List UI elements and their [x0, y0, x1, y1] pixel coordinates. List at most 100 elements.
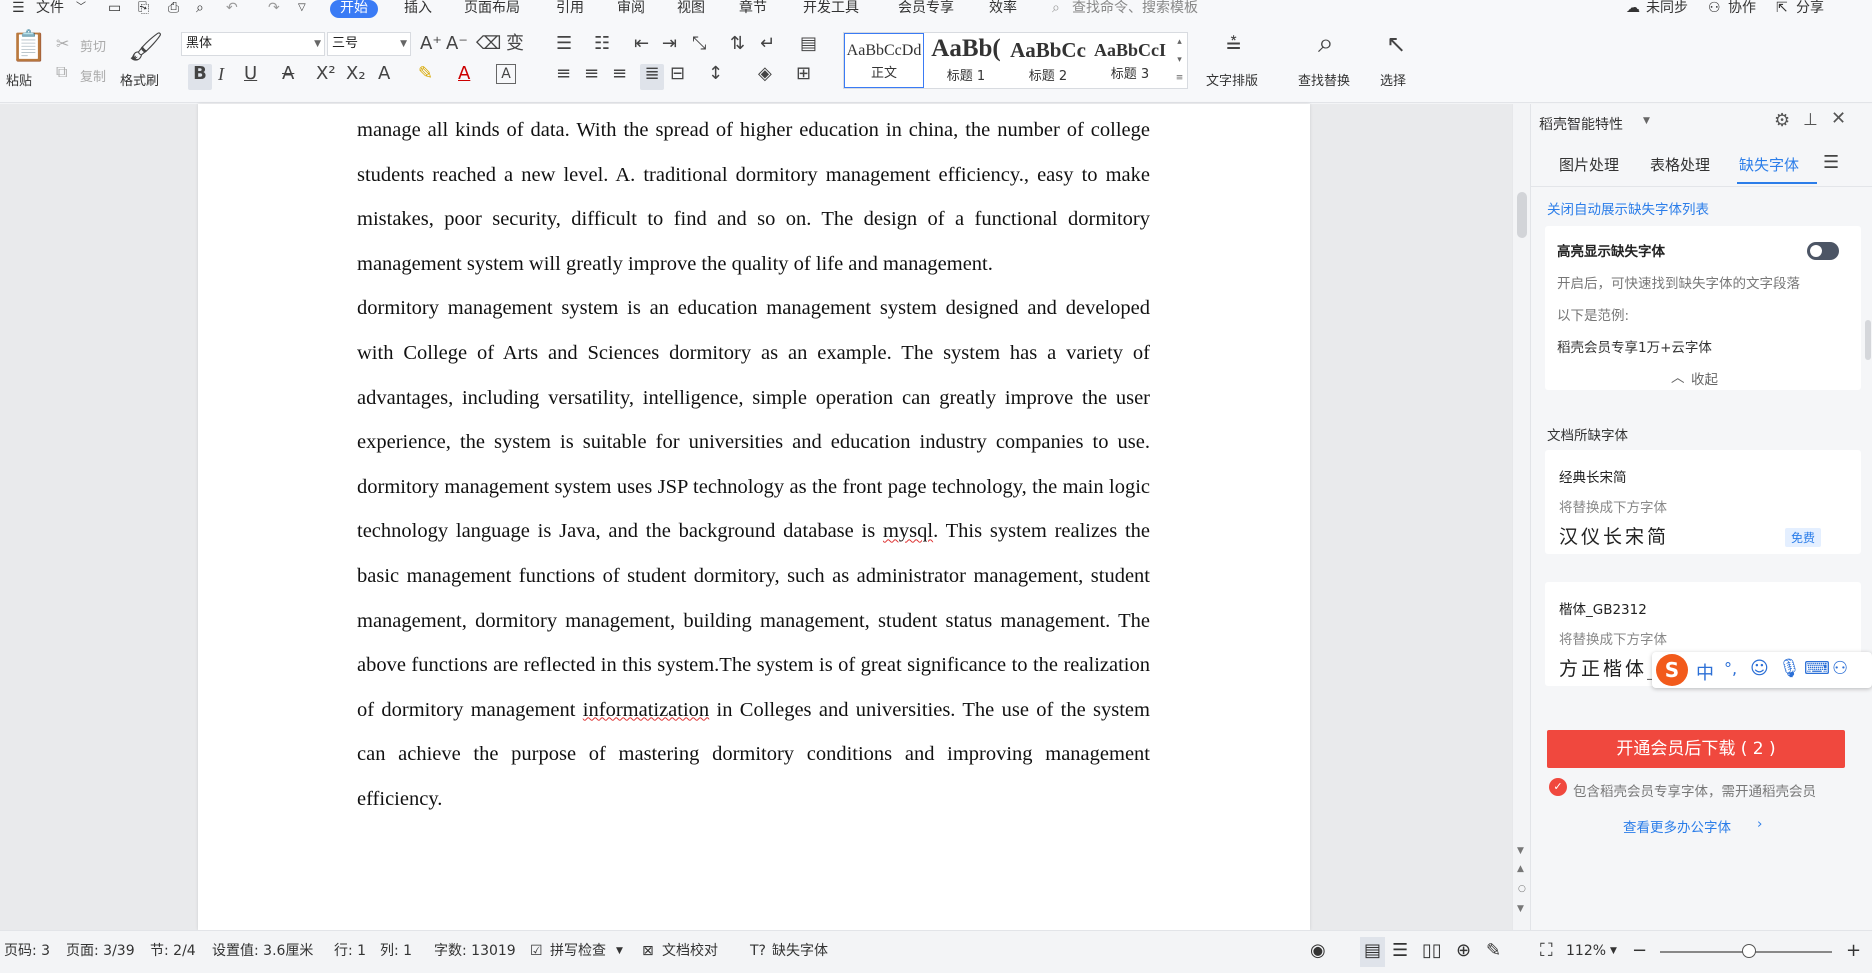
underline-icon[interactable]: U [244, 64, 257, 84]
column-indicator[interactable]: 列: 1 [380, 931, 412, 973]
command-search[interactable]: 查找命令、搜索模板 [1072, 0, 1198, 20]
print-preview-icon[interactable]: ⌕ [196, 0, 204, 20]
missing-font-button[interactable]: 缺失字体 [772, 931, 828, 973]
spelling-error[interactable]: informatization [583, 699, 709, 721]
format-painter-icon[interactable]: 🖌 [128, 32, 164, 62]
shrink-font-icon[interactable]: A⁻ [446, 34, 468, 54]
cut-button[interactable]: 剪切 [80, 36, 106, 55]
tab-table-processing[interactable]: 表格处理 [1650, 154, 1710, 175]
align-left-icon[interactable]: ≡ [556, 64, 571, 84]
vertical-scrollbar[interactable]: ▼ ▲ ○ ▼ [1512, 104, 1530, 930]
hamburger-icon[interactable]: ☰ [12, 0, 25, 20]
bullet-list-icon[interactable]: ☰ [556, 34, 572, 54]
clear-format-icon[interactable]: ⌫ [476, 34, 501, 54]
section-indicator[interactable]: 节: 2/4 [150, 931, 196, 973]
setting-value[interactable]: 设置值: 3.6厘米 [212, 931, 313, 973]
char-border-icon[interactable]: A [496, 64, 516, 84]
microphone-icon[interactable]: 🎙 [1778, 658, 1801, 679]
find-replace-button[interactable]: 查找替换 [1298, 70, 1350, 89]
bold-icon[interactable]: B [188, 64, 212, 90]
chevron-down-icon[interactable]: ▼ [616, 931, 623, 973]
tab-page-layout[interactable]: 页面布局 [464, 0, 520, 20]
align-right-icon[interactable]: ≡ [612, 64, 627, 84]
zoom-in-icon[interactable]: + [1846, 931, 1861, 973]
quick-access-more-icon[interactable]: ▽ [298, 0, 306, 20]
format-painter-button[interactable]: 格式刷 [120, 70, 159, 89]
emoji-icon[interactable]: ☺ [1750, 658, 1769, 679]
text-effect-icon[interactable]: A [378, 64, 390, 84]
page-view-icon[interactable]: ▤ [1360, 937, 1386, 967]
strikethrough-icon[interactable]: A [282, 64, 294, 84]
fit-page-icon[interactable]: ⛶ [1540, 931, 1553, 973]
undo-icon[interactable]: ↶ [226, 0, 238, 20]
text-direction-icon[interactable]: ⤡ [692, 34, 706, 54]
scroll-down-icon[interactable]: ▼ [1517, 846, 1524, 856]
ime-user-icon[interactable]: ⚇ [1832, 658, 1848, 679]
gear-icon[interactable]: ⚙ [1774, 110, 1790, 131]
chevron-right-icon[interactable]: › [1757, 816, 1762, 832]
font-name-select[interactable]: 黑体 ▼ [181, 32, 325, 56]
scrollbar-thumb[interactable] [1517, 192, 1527, 238]
panel-title[interactable]: 稻壳智能特性 [1539, 114, 1623, 134]
style-normal[interactable]: AaBbCcDd 正文 [844, 33, 924, 88]
tab-efficiency[interactable]: 效率 [989, 0, 1017, 20]
document-body[interactable]: manage all kinds of data. With the sprea… [357, 108, 1150, 822]
page-code[interactable]: 页码: 3 [4, 931, 50, 973]
chevron-down-icon[interactable]: ▼ [1643, 116, 1650, 126]
show-marks-icon[interactable]: ↵ [760, 34, 775, 54]
print-icon[interactable]: ⎙ [168, 0, 179, 20]
ruler-icon[interactable]: ▤ [800, 34, 817, 54]
highlight-toggle[interactable] [1807, 242, 1839, 260]
panel-scrollbar-thumb[interactable] [1865, 320, 1871, 360]
style-gallery-scroll[interactable]: ▴ ▾ ≡ [1172, 33, 1187, 88]
tab-image-processing[interactable]: 图片处理 [1559, 154, 1619, 175]
close-auto-display-link[interactable]: 关闭自动展示缺失字体列表 [1547, 198, 1709, 218]
tab-review[interactable]: 审阅 [617, 0, 645, 20]
sort-icon[interactable]: ⇅ [730, 34, 745, 54]
phonetic-icon[interactable]: 变 [506, 34, 524, 54]
zoom-slider-knob[interactable] [1741, 944, 1756, 958]
write-view-icon[interactable]: ✎ [1486, 931, 1501, 973]
web-view-icon[interactable]: ⊕ [1456, 931, 1471, 973]
spell-check-button[interactable]: 拼写检查 [550, 931, 606, 973]
italic-icon[interactable]: I [218, 64, 224, 84]
subscript-icon[interactable]: X₂ [346, 64, 366, 84]
tab-insert[interactable]: 插入 [404, 0, 432, 20]
word-count[interactable]: 字数: 13019 [434, 931, 516, 973]
eye-protection-icon[interactable]: ◉ [1310, 931, 1326, 973]
line-spacing-icon[interactable]: ↕ [708, 64, 723, 84]
distributed-icon[interactable]: ⊟ [670, 64, 685, 84]
row-indicator[interactable]: 行: 1 [334, 931, 366, 973]
page-indicator[interactable]: 页面: 3/39 [66, 931, 135, 973]
paste-button[interactable]: 粘贴 [6, 70, 32, 89]
zoom-out-icon[interactable]: − [1632, 931, 1647, 973]
prev-page-icon[interactable]: ▲ [1517, 864, 1524, 874]
style-heading-1[interactable]: AaBb( 标题 1 [926, 33, 1006, 88]
decrease-indent-icon[interactable]: ⇤ [634, 34, 649, 54]
tab-home[interactable]: 开始 [330, 0, 378, 18]
text-layout-button[interactable]: 文字排版 [1206, 70, 1258, 89]
share-button[interactable]: 分享 [1796, 0, 1824, 20]
download-button[interactable]: 开通会员后下载 ( 2 ) [1547, 730, 1845, 768]
browse-object-icon[interactable]: ○ [1518, 884, 1526, 894]
sync-status[interactable]: 未同步 [1646, 0, 1688, 20]
export-icon[interactable]: ⎘ [138, 0, 149, 20]
collab-button[interactable]: 协作 [1728, 0, 1756, 20]
ime-punctuation-toggle[interactable]: °, [1724, 659, 1737, 678]
superscript-icon[interactable]: X² [316, 64, 336, 84]
select-button[interactable]: 选择 [1380, 70, 1406, 89]
outline-view-icon[interactable]: ☰ [1392, 931, 1408, 973]
borders-icon[interactable]: ⊞ [796, 64, 811, 84]
reading-view-icon[interactable]: ▯▯ [1422, 931, 1442, 973]
chevron-down-icon[interactable]: ﹀ [76, 0, 86, 20]
tab-developer[interactable]: 开发工具 [803, 0, 859, 20]
menu-icon[interactable]: ☰ [1823, 152, 1839, 173]
spelling-error[interactable]: mysql [883, 520, 933, 542]
highlight-icon[interactable]: ✎ [418, 64, 433, 84]
more-fonts-link[interactable]: 查看更多办公字体 [1623, 816, 1731, 836]
save-icon[interactable]: ▭ [108, 0, 121, 20]
menu-file[interactable]: 文件 [36, 0, 64, 20]
zoom-level[interactable]: 112% [1566, 931, 1606, 973]
keyboard-icon[interactable]: ⌨ [1804, 658, 1830, 679]
sogou-logo-icon[interactable]: S [1656, 654, 1688, 686]
